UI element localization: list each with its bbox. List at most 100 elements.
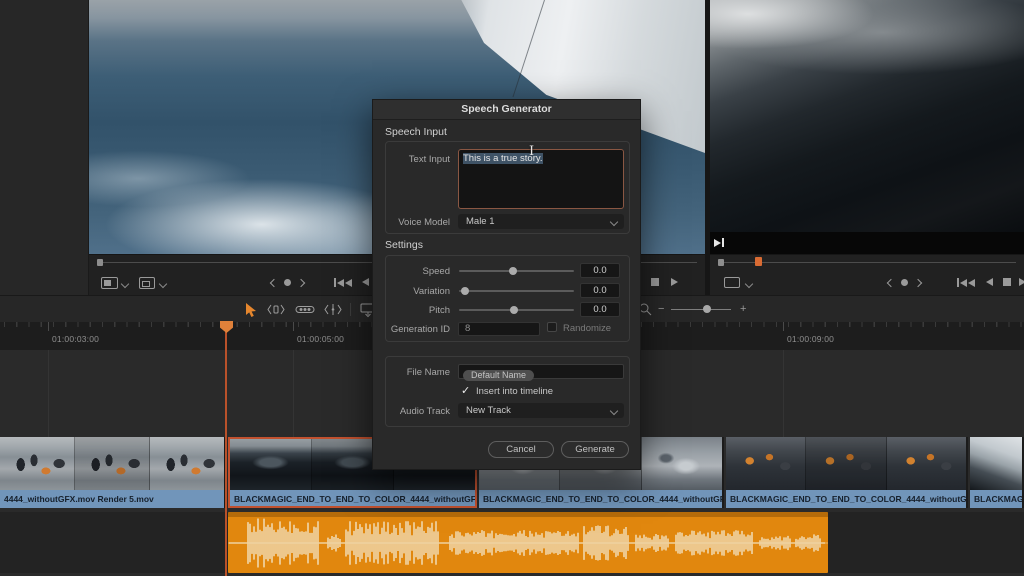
last-frame-icon <box>714 238 724 247</box>
toolbar-divider <box>350 303 351 316</box>
audio-track-value: New Track <box>466 405 511 416</box>
generation-id-label: Generation ID <box>386 324 450 335</box>
davinci-resolve-window: − + 01:00:03:00 01:00:05:00 01:00:09:00 44… <box>0 0 1024 576</box>
timeline-clip[interactable]: BLACKMAGIC_EN <box>970 437 1024 508</box>
clip-thumbnail <box>75 437 150 490</box>
generate-button[interactable]: Generate <box>561 441 629 458</box>
chevron-down-icon[interactable] <box>159 280 167 288</box>
playhead-scrub-marker[interactable] <box>755 257 762 266</box>
voice-model-select[interactable]: Male 1 <box>458 214 624 229</box>
audio-track-select[interactable]: New Track <box>458 403 624 418</box>
playhead-line <box>225 332 227 576</box>
timeline-viewer <box>710 0 1024 295</box>
timeline-gridline <box>783 350 784 437</box>
insert-into-timeline-checkbox[interactable]: ✓ <box>460 386 470 396</box>
jog-right-icon <box>297 278 305 286</box>
clip-thumbnail <box>970 437 1022 490</box>
first-frame-button[interactable] <box>334 278 352 287</box>
clip-thumbnail <box>887 437 966 490</box>
text-input-textarea[interactable]: This is a true story. <box>458 149 624 209</box>
variation-slider[interactable] <box>459 290 574 292</box>
timeline-viewer-video <box>710 0 1024 232</box>
clip-thumbnail <box>806 437 886 490</box>
sizing-mode-icon[interactable] <box>724 277 740 288</box>
clip-label: 4444_withoutGFX.mov Render 5.mov <box>0 490 224 508</box>
speed-value[interactable]: 0.0 <box>580 263 620 278</box>
file-name-input[interactable]: Default Name <box>458 364 624 379</box>
trim-edit-mode-button[interactable] <box>264 302 288 322</box>
audio-clip[interactable] <box>228 512 828 573</box>
viewer-scrub-bar[interactable] <box>718 262 1016 263</box>
settings-group: Speed 0.0 Variation 0.0 Pitch 0.0 Genera… <box>385 255 630 342</box>
first-frame-button[interactable] <box>957 278 975 287</box>
timeline-viewer-controls <box>710 254 1024 295</box>
scrub-position-marker[interactable] <box>97 259 103 266</box>
variation-value[interactable]: 0.0 <box>580 283 620 298</box>
jog-control[interactable] <box>271 279 304 286</box>
cancel-button[interactable]: Cancel <box>488 441 554 458</box>
file-name-label: File Name <box>386 367 450 378</box>
pitch-value[interactable]: 0.0 <box>580 302 620 317</box>
razor-edit-button[interactable] <box>294 302 316 322</box>
checkmark-icon: ✓ <box>461 384 470 397</box>
variation-slider-knob[interactable] <box>461 287 469 295</box>
clip-media-icon[interactable] <box>139 277 155 289</box>
clip-thumbnail <box>726 437 806 490</box>
clip-thumbnail <box>230 439 312 490</box>
voice-model-label: Voice Model <box>386 217 450 228</box>
insert-into-timeline-label: Insert into timeline <box>476 386 553 397</box>
selection-tool-button[interactable] <box>244 302 257 323</box>
timeline-gridline <box>48 350 49 437</box>
timeline-gridline <box>293 350 294 437</box>
zoom-slider[interactable] <box>671 309 731 310</box>
ruler-major-tick <box>48 322 49 331</box>
clip-thumbnail <box>642 437 722 490</box>
left-panel-rail <box>0 0 89 295</box>
play-forward-button[interactable] <box>1019 278 1024 286</box>
stop-button[interactable] <box>651 278 659 286</box>
text-input-label: Text Input <box>386 154 450 165</box>
jog-dot-icon <box>901 279 908 286</box>
zoom-out-button[interactable]: − <box>658 302 664 316</box>
jog-dot-icon <box>284 279 291 286</box>
insert-clip-button[interactable] <box>322 302 344 322</box>
ruler-major-tick <box>293 322 294 331</box>
speed-slider[interactable] <box>459 270 574 272</box>
play-reverse-button[interactable] <box>362 278 369 286</box>
clip-label: BLACKMAGIC_END_TO_END_TO_COLOR_4444_with… <box>230 490 475 508</box>
viewer-letterbox <box>710 232 1024 255</box>
jog-right-icon <box>914 278 922 286</box>
chevron-down-icon[interactable] <box>121 280 129 288</box>
speech-input-section-label: Speech Input <box>385 126 447 138</box>
pitch-slider[interactable] <box>459 309 574 311</box>
ruler-timecode: 01:00:05:00 <box>297 334 344 344</box>
zoom-in-button[interactable]: + <box>740 302 746 316</box>
speed-label: Speed <box>386 266 450 277</box>
randomize-checkbox[interactable] <box>547 322 557 332</box>
clip-label: BLACKMAGIC_END_TO_END_TO_COLOR_4444_with… <box>479 490 722 508</box>
stop-button[interactable] <box>1003 278 1011 286</box>
timeline-clip[interactable]: 4444_withoutGFX.mov Render 5.mov <box>0 437 226 508</box>
playhead-marker[interactable] <box>220 321 233 333</box>
pitch-label: Pitch <box>386 305 450 316</box>
variation-label: Variation <box>386 286 450 297</box>
play-reverse-button[interactable] <box>986 278 993 286</box>
jog-control[interactable] <box>888 279 921 286</box>
ruler-timecode: 01:00:03:00 <box>52 334 99 344</box>
generation-id-input[interactable]: 8 <box>458 322 540 336</box>
clip-thumbnail <box>150 437 224 490</box>
ruler-major-tick <box>783 322 784 331</box>
randomize-label: Randomize <box>563 323 611 334</box>
scrub-position-marker[interactable] <box>718 259 724 266</box>
zoom-slider-knob[interactable] <box>703 305 711 313</box>
chevron-down-icon <box>610 218 618 226</box>
ruler-timecode: 01:00:09:00 <box>787 334 834 344</box>
jog-left-icon <box>887 278 895 286</box>
play-forward-button[interactable] <box>671 278 678 286</box>
viewer-mode-icon[interactable] <box>101 277 118 289</box>
speed-slider-knob[interactable] <box>509 267 517 275</box>
speech-generator-dialog: Speech Generator Speech Input Text Input… <box>372 99 641 470</box>
chevron-down-icon[interactable] <box>745 280 753 288</box>
timeline-clip[interactable]: BLACKMAGIC_END_TO_END_TO_COLOR_4444_with… <box>726 437 968 508</box>
pitch-slider-knob[interactable] <box>510 306 518 314</box>
